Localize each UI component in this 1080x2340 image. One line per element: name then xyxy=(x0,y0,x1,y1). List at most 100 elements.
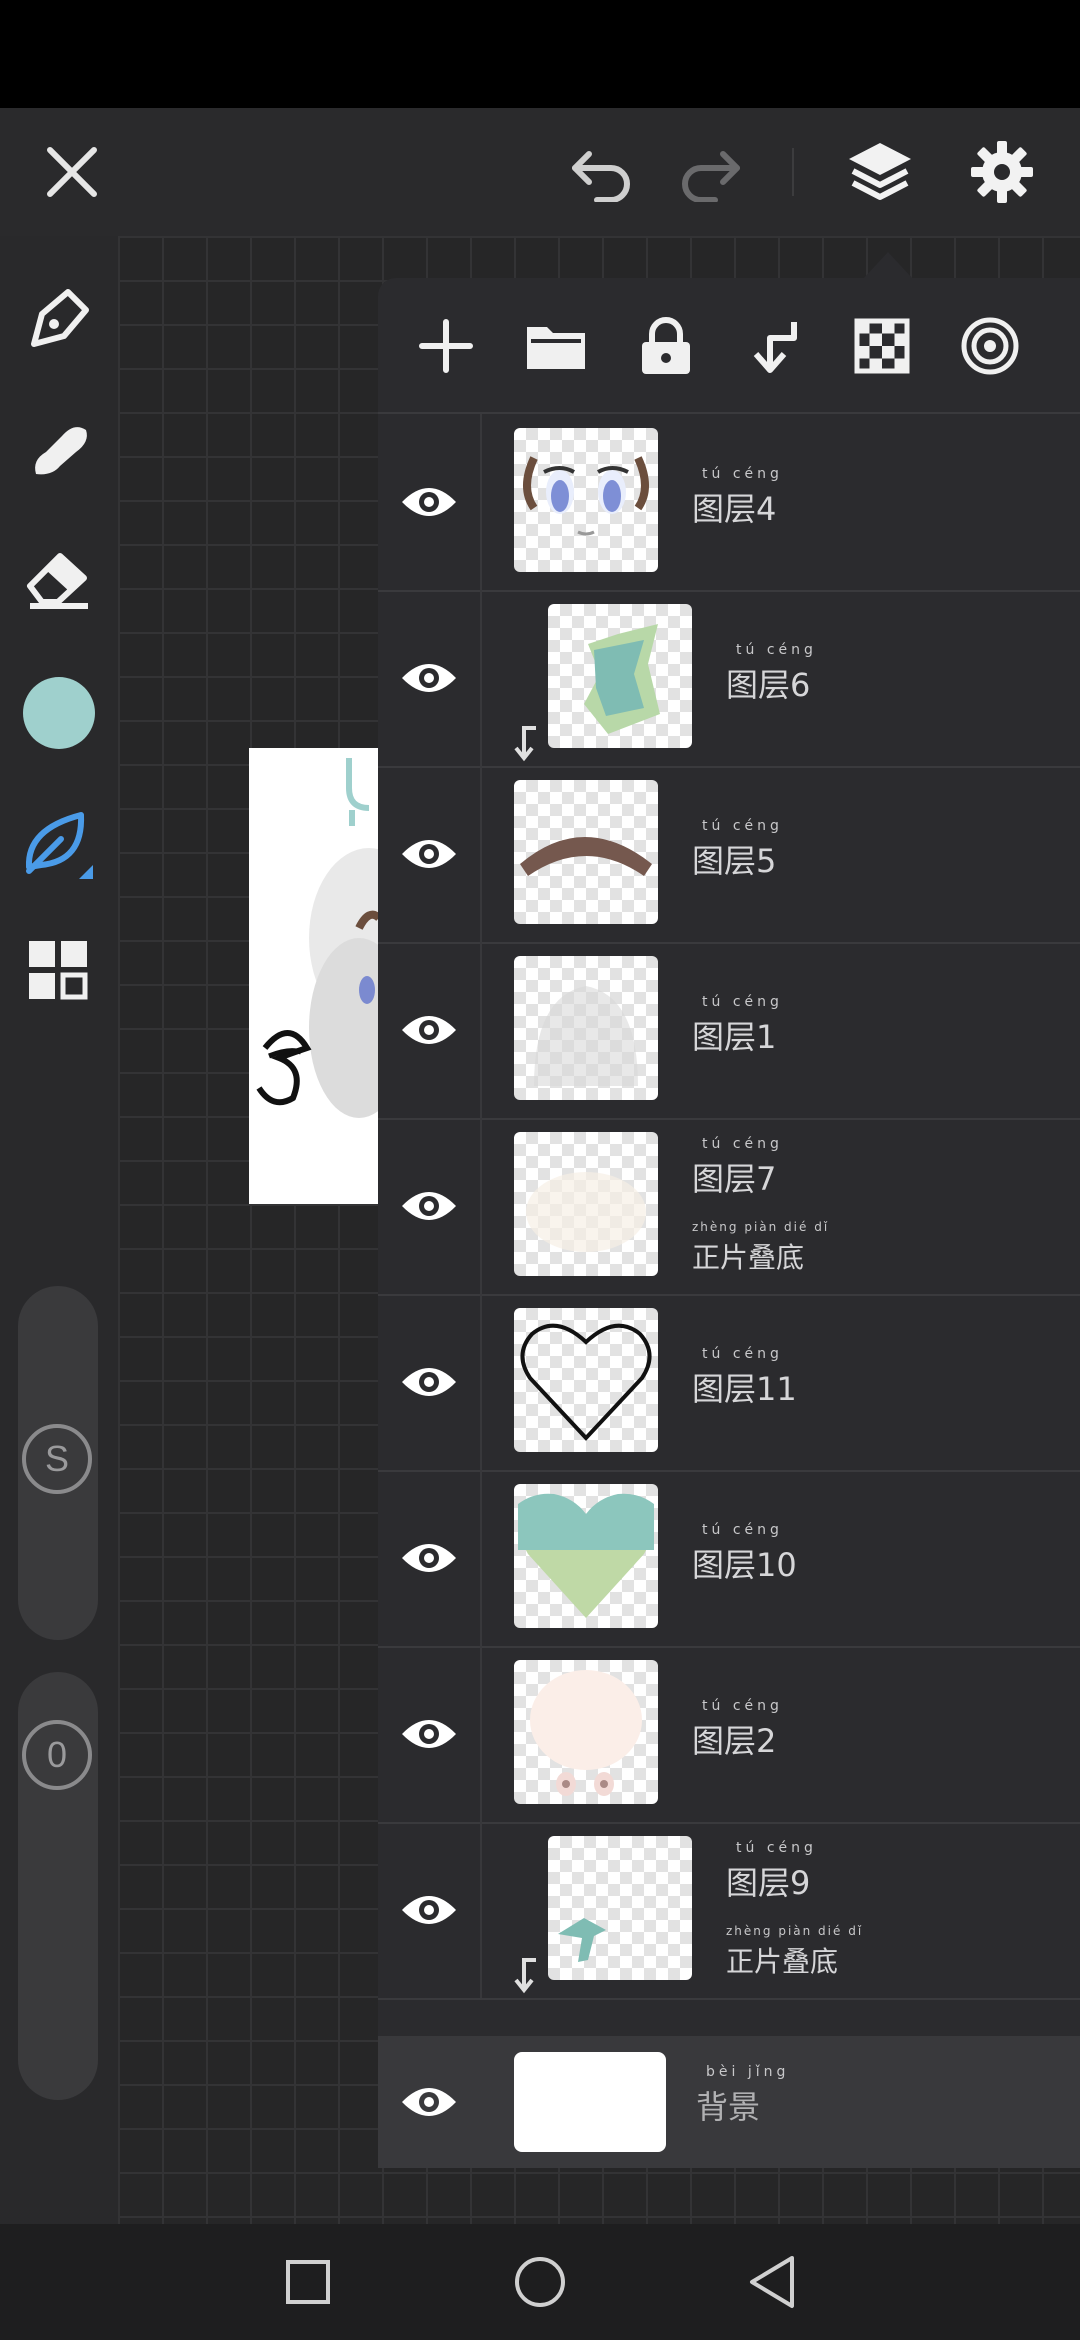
leaf-brush-icon[interactable] xyxy=(18,802,100,884)
layer-row[interactable]: tú céng 图层10 xyxy=(378,1470,1080,1648)
gear-icon[interactable] xyxy=(960,130,1044,214)
layer-name-label: 图层9 xyxy=(726,1864,811,1902)
background-label: 背景 xyxy=(696,2088,761,2126)
opacity-knob[interactable]: 0 xyxy=(22,1720,92,1790)
eye-icon[interactable] xyxy=(378,766,482,942)
layer-thumbnail xyxy=(514,1484,658,1628)
redo-icon[interactable] xyxy=(668,130,752,214)
layer-name-label: 图层6 xyxy=(726,666,811,704)
background-layer-row[interactable]: bèi jǐng 背景 xyxy=(378,2036,1080,2168)
undo-icon[interactable] xyxy=(560,130,644,214)
triangle-back-icon[interactable] xyxy=(736,2246,808,2318)
layer-row[interactable]: tú céng 图层9 zhèng piàn dié dǐ 正片叠底 xyxy=(378,1822,1080,2000)
opacity-slider[interactable]: 0 xyxy=(18,1672,98,2100)
layer-thumbnail xyxy=(514,1308,658,1452)
layers-panel: tú céng 图层4 tú céng 图层6 tú céng 图层5 tú céng 图层1… xyxy=(378,278,1080,2168)
layer-toolbar xyxy=(378,278,1080,414)
layer-row[interactable]: tú céng 图层11 xyxy=(378,1294,1080,1472)
layer-name-pinyin: tú céng xyxy=(702,1346,783,1362)
layer-name-pinyin: tú céng xyxy=(702,1136,783,1152)
smudge-icon[interactable] xyxy=(18,406,100,488)
lock-icon[interactable] xyxy=(626,306,706,386)
eye-icon[interactable] xyxy=(378,1646,482,1822)
blend-mode-label: 正片叠底 xyxy=(692,1241,805,1274)
layer-name-label: 图层1 xyxy=(692,1018,777,1056)
artwork-preview xyxy=(249,748,379,1204)
blend-mode: zhèng piàn dié dǐ 正片叠底 xyxy=(726,1924,863,1980)
background-pinyin: bèi jǐng xyxy=(706,2064,790,2080)
layer-name: tú céng 图层4 xyxy=(692,466,783,530)
clip-arrow-icon xyxy=(510,1956,540,1996)
layer-row[interactable]: tú céng 图层2 xyxy=(378,1646,1080,1824)
layer-name-pinyin: tú céng xyxy=(702,994,783,1010)
layer-name: tú céng 图层9 xyxy=(726,1840,817,1904)
layer-name-pinyin: tú céng xyxy=(702,818,783,834)
clip-arrow-icon xyxy=(510,724,540,764)
blend-mode-pinyin: zhèng piàn dié dǐ xyxy=(726,1924,864,1938)
blend-mode-label: 正片叠底 xyxy=(726,1945,839,1978)
layer-name-label: 图层2 xyxy=(692,1722,777,1760)
eraser-icon[interactable] xyxy=(18,536,100,618)
eye-icon[interactable] xyxy=(378,942,482,1118)
layer-name-pinyin: tú céng xyxy=(702,1698,783,1714)
top-toolbar xyxy=(0,108,1080,236)
layer-name-label: 图层11 xyxy=(692,1370,797,1408)
opacity-label: 0 xyxy=(46,1734,68,1775)
layer-row[interactable]: tú céng 图层4 xyxy=(378,414,1080,592)
eye-icon[interactable] xyxy=(378,1470,482,1646)
layer-thumbnail xyxy=(514,1132,658,1276)
add-layer-icon[interactable] xyxy=(406,306,486,386)
circle-icon[interactable] xyxy=(504,2246,576,2318)
layer-name: tú céng 图层6 xyxy=(726,642,817,706)
size-label: S xyxy=(44,1438,69,1479)
layer-name: tú céng 图层7 xyxy=(692,1136,783,1200)
layer-thumbnail xyxy=(514,428,658,572)
transparency-lock-icon[interactable] xyxy=(842,306,922,386)
layer-row[interactable]: tú céng 图层1 xyxy=(378,942,1080,1120)
status-bar xyxy=(0,0,1080,108)
layer-name: tú céng 图层5 xyxy=(692,818,783,882)
blend-mode-pinyin: zhèng piàn dié dǐ xyxy=(692,1220,830,1234)
brush-size-slider[interactable]: S xyxy=(18,1286,98,1640)
background-layer-name: bèi jǐng 背景 xyxy=(696,2064,789,2128)
layer-row[interactable]: tú céng 图层7 zhèng piàn dié dǐ 正片叠底 xyxy=(378,1118,1080,1296)
layer-row[interactable]: tú céng 图层5 xyxy=(378,766,1080,944)
close-icon[interactable] xyxy=(30,130,114,214)
background-thumbnail xyxy=(514,2052,666,2152)
eye-icon[interactable] xyxy=(378,1822,482,1998)
color-swatch[interactable] xyxy=(18,672,100,754)
layer-name: tú céng 图层1 xyxy=(692,994,783,1058)
folder-icon[interactable] xyxy=(516,306,596,386)
eye-icon[interactable] xyxy=(378,2036,480,2168)
layer-thumbnail xyxy=(548,1836,692,1980)
eye-icon[interactable] xyxy=(378,414,482,590)
layer-name-pinyin: tú céng xyxy=(702,466,783,482)
layer-thumbnail xyxy=(514,1660,658,1804)
layer-name-label: 图层4 xyxy=(692,490,777,528)
layer-name-label: 图层5 xyxy=(692,842,777,880)
eye-icon[interactable] xyxy=(378,1294,482,1470)
layer-thumbnail xyxy=(548,604,692,748)
clip-mask-icon[interactable] xyxy=(734,306,814,386)
layer-name: tú céng 图层2 xyxy=(692,1698,783,1762)
toolbar-divider xyxy=(792,148,794,196)
tool-sidebar: S 0 xyxy=(0,236,118,2224)
system-nav-bar xyxy=(0,2224,1080,2340)
eye-icon[interactable] xyxy=(378,1118,482,1294)
layer-name-pinyin: tú céng xyxy=(736,642,817,658)
layer-row[interactable]: tú céng 图层6 xyxy=(378,590,1080,768)
eye-icon[interactable] xyxy=(378,590,482,766)
layer-name-pinyin: tú céng xyxy=(736,1840,817,1856)
layer-name-label: 图层7 xyxy=(692,1160,777,1198)
square-icon[interactable] xyxy=(272,2246,344,2318)
grid-menu-icon[interactable] xyxy=(18,930,100,1012)
pen-icon[interactable] xyxy=(18,278,100,360)
layers-icon[interactable] xyxy=(838,130,922,214)
blend-mode: zhèng piàn dié dǐ 正片叠底 xyxy=(692,1220,829,1276)
panel-pointer xyxy=(862,252,914,280)
layer-name-label: 图层10 xyxy=(692,1546,797,1584)
layer-name: tú céng 图层11 xyxy=(692,1346,797,1410)
layer-thumbnail xyxy=(514,956,658,1100)
brush-size-knob[interactable]: S xyxy=(22,1424,92,1494)
target-icon[interactable] xyxy=(950,306,1030,386)
